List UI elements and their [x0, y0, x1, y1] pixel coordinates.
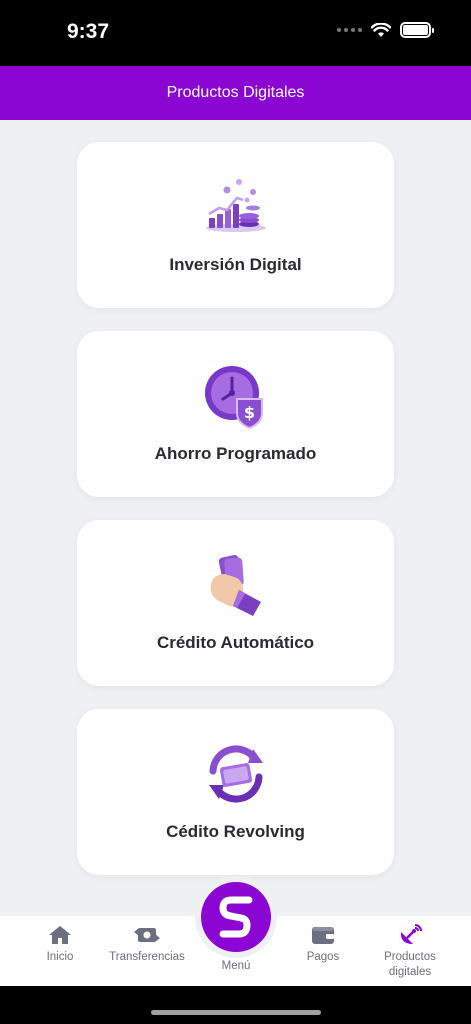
signal-icon [337, 28, 362, 32]
menu-logo-icon [219, 896, 253, 938]
battery-icon [400, 22, 434, 38]
menu-button[interactable] [201, 882, 271, 952]
home-icon [47, 924, 73, 946]
nav-label: Productos digitales [384, 951, 436, 978]
card-title: Cédito Revolving [166, 822, 305, 841]
nav-item-pagos[interactable]: Pagos [276, 916, 370, 986]
card-inversion-digital[interactable]: Inversión Digital [77, 142, 394, 308]
products-list: Inversión Digital $ Ahorro Programado Cr… [0, 120, 471, 920]
card-credito-automatico[interactable]: Crédito Automático [77, 520, 394, 686]
wallet-icon [310, 924, 336, 946]
home-area [0, 986, 471, 1024]
card-title: Crédito Automático [156, 633, 315, 652]
wifi-icon [371, 22, 391, 37]
home-indicator[interactable] [151, 1010, 321, 1015]
card-title: Ahorro Programado [154, 444, 317, 463]
investment-chart-icon [206, 179, 266, 232]
transfer-icon [134, 924, 160, 946]
nav-label: Transferencias [109, 951, 185, 963]
nav-item-transferencias[interactable]: Transferencias [100, 916, 194, 986]
satellite-icon [397, 924, 423, 946]
cash-hand-icon [210, 554, 261, 616]
nav-label: Pagos [306, 951, 340, 963]
status-time: 9:37 [67, 20, 110, 43]
revolving-credit-icon [209, 745, 263, 803]
savings-clock-icon: $ [205, 366, 263, 429]
svg-text:$: $ [244, 403, 255, 422]
card-ahorro-programado[interactable]: $ Ahorro Programado [77, 331, 394, 497]
nav-label: Inicio [46, 951, 74, 963]
status-icons [337, 22, 434, 38]
page-header: Productos Digitales [0, 66, 471, 120]
card-title: Inversión Digital [169, 255, 302, 274]
nav-item-productos-digitales[interactable]: Productos digitales [363, 916, 457, 986]
page-title: Productos Digitales [166, 84, 305, 101]
nav-item-inicio[interactable]: Inicio [13, 916, 107, 986]
status-bar: 9:37 [0, 0, 471, 66]
card-credito-revolving[interactable]: Cédito Revolving [77, 709, 394, 875]
menu-label: Menú [221, 960, 251, 972]
